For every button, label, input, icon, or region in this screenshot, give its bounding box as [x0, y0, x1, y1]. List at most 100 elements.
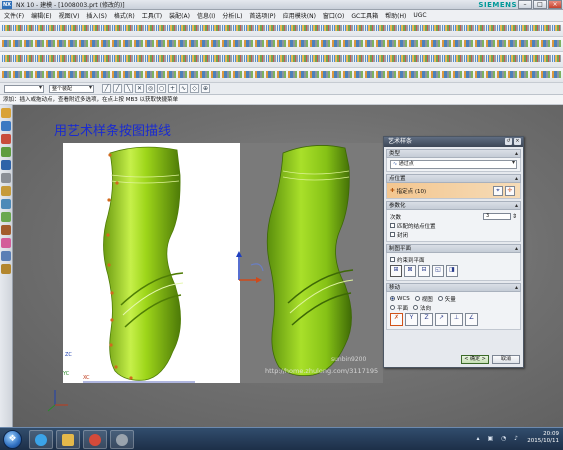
plane-xc-zc-button[interactable]: ⊠: [404, 265, 416, 277]
move-yc-button[interactable]: Y: [405, 313, 418, 326]
bottle-right[interactable]: [266, 145, 354, 377]
toolbar-row-4[interactable]: [0, 68, 563, 83]
move-vector-button[interactable]: ↗: [435, 313, 448, 326]
plane-xc-yc-button[interactable]: ⊞: [390, 265, 402, 277]
spline-point[interactable]: [106, 233, 110, 237]
history-icon[interactable]: [1, 173, 11, 183]
drawing-plane-header[interactable]: 制图平面: [386, 244, 521, 253]
snap-on-face-icon[interactable]: ◇: [190, 84, 199, 93]
move-view-radio[interactable]: [414, 296, 420, 301]
snap-intersection-icon[interactable]: ✕: [135, 84, 144, 93]
menu-application[interactable]: 应用模块(N): [283, 11, 316, 20]
menu-tools[interactable]: 工具(T): [142, 11, 162, 20]
taskbar-app-player[interactable]: [110, 430, 134, 449]
move-plane-radio[interactable]: [390, 305, 395, 310]
plane-select-button[interactable]: ◨: [446, 265, 458, 277]
point-inferred-button[interactable]: ✛: [505, 185, 515, 196]
point-dialog-button[interactable]: ⌖: [493, 185, 503, 196]
spline-point[interactable]: [107, 263, 111, 267]
snap-on-curve-icon[interactable]: ∿: [179, 84, 188, 93]
point-location-header[interactable]: 点位置: [386, 174, 521, 183]
constrain-to-plane-checkbox[interactable]: [390, 257, 395, 262]
move-vector-radio[interactable]: [437, 296, 443, 301]
cancel-button[interactable]: 取消: [492, 355, 520, 364]
dialog-close-icon[interactable]: ×: [514, 138, 521, 145]
maximize-button[interactable]: □: [533, 0, 547, 9]
menu-information[interactable]: 信息(I): [197, 11, 215, 20]
spline-point[interactable]: [108, 153, 112, 157]
visualization-icon[interactable]: [1, 264, 11, 274]
toolbar-row-3[interactable]: [0, 52, 563, 68]
snap-control-icon[interactable]: ╲: [124, 84, 133, 93]
spline-point[interactable]: [107, 198, 111, 202]
degree-stepper[interactable]: ⇕: [512, 213, 517, 220]
menu-gc-toolkit[interactable]: GC工具箱: [351, 11, 378, 20]
menu-ugc[interactable]: UGC: [413, 12, 426, 19]
move-header[interactable]: 移动: [386, 283, 521, 292]
graphics-window[interactable]: 用艺术样条按图描线 ZC YC XC sunbin9200 http://hom…: [13, 105, 563, 427]
menu-edit[interactable]: 编辑(E): [31, 11, 51, 20]
spline-point[interactable]: [110, 318, 114, 322]
spline-point[interactable]: [109, 343, 113, 347]
snap-midpoint-icon[interactable]: ╱: [113, 84, 122, 93]
spline-point[interactable]: [110, 291, 114, 295]
menu-help[interactable]: 帮助(H): [385, 11, 406, 20]
process-studio-icon[interactable]: [1, 199, 11, 209]
selection-scope-dropdown[interactable]: 整个装配: [49, 84, 94, 93]
move-normal-radio[interactable]: [413, 305, 419, 310]
reuse-library-icon[interactable]: [1, 147, 11, 157]
menu-window[interactable]: 窗口(O): [323, 11, 344, 20]
spline-point[interactable]: [129, 376, 133, 380]
move-tangent-button[interactable]: ∠: [465, 313, 478, 326]
menu-format[interactable]: 格式(R): [114, 11, 135, 20]
toolbar-row-2[interactable]: [0, 37, 563, 52]
minimize-button[interactable]: –: [518, 0, 532, 9]
type-dropdown[interactable]: ∿ 通过点: [390, 160, 517, 169]
spline-point[interactable]: [114, 365, 118, 369]
specify-point-label[interactable]: 指定点 (10): [397, 187, 493, 195]
assembly-navigator-icon[interactable]: [1, 121, 11, 131]
menu-analysis[interactable]: 分析(L): [222, 11, 242, 20]
plane-view-button[interactable]: ◱: [432, 265, 444, 277]
snap-point-icon[interactable]: +: [168, 84, 177, 93]
reset-icon[interactable]: ↺: [505, 138, 512, 145]
bottle-left[interactable]: [103, 146, 184, 381]
snap-endpoint-icon[interactable]: ╱: [102, 84, 111, 93]
type-filter-dropdown[interactable]: [4, 84, 44, 93]
menu-view[interactable]: 视图(V): [59, 11, 80, 20]
move-wcs-radio[interactable]: [390, 296, 395, 301]
spline-point[interactable]: [115, 181, 119, 185]
menu-insert[interactable]: 插入(S): [86, 11, 107, 20]
snap-quadrant-icon[interactable]: ○: [157, 84, 166, 93]
system-materials-icon[interactable]: [1, 186, 11, 196]
taskbar-app-sogou[interactable]: [29, 430, 53, 449]
closed-checkbox[interactable]: [390, 232, 395, 237]
taskbar-app-nx[interactable]: [83, 430, 107, 449]
constraint-navigator-icon[interactable]: [1, 134, 11, 144]
degree-input[interactable]: 3: [482, 213, 511, 220]
manufacturing-wizard-icon[interactable]: [1, 251, 11, 261]
snap-bounded-icon[interactable]: ⊕: [201, 84, 210, 93]
system-scenes-icon[interactable]: [1, 225, 11, 235]
plane-yc-zc-button[interactable]: ⊟: [418, 265, 430, 277]
ok-button[interactable]: < 确定 >: [461, 355, 489, 364]
move-xc-button[interactable]: ✗: [390, 313, 403, 326]
start-button[interactable]: ❖: [3, 430, 22, 449]
matching-knot-checkbox[interactable]: [390, 223, 395, 228]
parameterization-header[interactable]: 参数化: [386, 201, 521, 210]
menu-preferences[interactable]: 首选项(P): [249, 11, 275, 20]
menu-assemblies[interactable]: 装配(A): [169, 11, 190, 20]
menu-file[interactable]: 文件(F): [4, 11, 24, 20]
close-button[interactable]: ×: [548, 0, 562, 9]
roles-icon[interactable]: [1, 212, 11, 222]
move-zc-button[interactable]: Z: [420, 313, 433, 326]
move-normal-button[interactable]: ⊥: [450, 313, 463, 326]
view-manipulator-icon[interactable]: [236, 251, 264, 283]
toolbar-row-1[interactable]: [0, 22, 563, 37]
snap-center-icon[interactable]: ◎: [146, 84, 155, 93]
part-navigator-icon[interactable]: [1, 108, 11, 118]
system-tray-icons[interactable]: ▴ ▣ ◔ ♪: [477, 435, 521, 442]
palette-icon[interactable]: [1, 238, 11, 248]
web-browser-icon[interactable]: [1, 160, 11, 170]
taskbar-app-explorer[interactable]: [56, 430, 80, 449]
